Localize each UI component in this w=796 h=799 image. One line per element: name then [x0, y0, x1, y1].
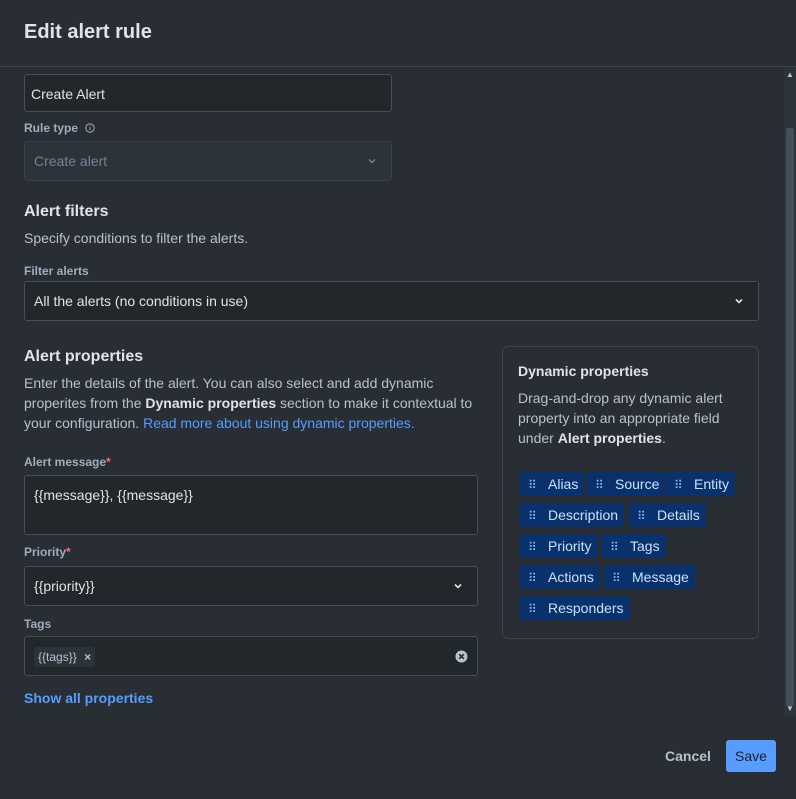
- dynamic-properties-desc: Drag-and-drop any dynamic alert property…: [518, 390, 723, 446]
- chip-entity[interactable]: ⠿ Entity: [666, 472, 736, 496]
- chevron-down-icon: [454, 583, 462, 589]
- chip-actions[interactable]: ⠿ Actions: [520, 565, 600, 589]
- priority-label: Priority*: [24, 545, 71, 559]
- filter-alerts-select[interactable]: All the alerts (no conditions in use): [24, 281, 759, 321]
- drag-handle-icon: ⠿: [612, 571, 621, 585]
- scroll-down-icon[interactable]: ▼: [786, 704, 794, 716]
- rule-type-select[interactable]: Create alert: [24, 141, 392, 181]
- drag-handle-icon: ⠿: [528, 602, 537, 616]
- drag-handle-icon: ⠿: [528, 478, 537, 492]
- chevron-down-icon: [735, 298, 743, 304]
- scroll-up-icon[interactable]: ▲: [786, 70, 794, 82]
- priority-value: {{priority}}: [34, 578, 95, 594]
- rule-name-value: Create Alert: [31, 86, 105, 102]
- alert-message-value: {{message}}, {{message}}: [34, 487, 193, 503]
- priority-select[interactable]: {{priority}}: [24, 566, 478, 606]
- drag-handle-icon: ⠿: [610, 540, 619, 554]
- filter-alerts-label: Filter alerts: [24, 264, 89, 278]
- alert-properties-desc: Enter the details of the alert. You can …: [24, 375, 473, 431]
- dynamic-properties-title: Dynamic properties: [518, 363, 649, 379]
- tags-label: Tags: [24, 617, 52, 631]
- drag-handle-icon: ⠿: [528, 571, 537, 585]
- drag-handle-icon: ⠿: [528, 509, 537, 523]
- drag-handle-icon: ⠿: [637, 509, 646, 523]
- filter-alerts-value: All the alerts (no conditions in use): [34, 293, 248, 309]
- info-icon[interactable]: [85, 123, 96, 133]
- save-button[interactable]: Save: [726, 740, 776, 772]
- chip-alias[interactable]: ⠿ Alias: [520, 472, 585, 496]
- clear-icon[interactable]: [455, 650, 468, 663]
- tag-chip-label: {{tags}}: [38, 650, 77, 664]
- chip-priority[interactable]: ⠿ Priority: [520, 534, 598, 558]
- alert-filters-desc: Specify conditions to filter the alerts.: [24, 230, 249, 246]
- cancel-button[interactable]: Cancel: [660, 740, 716, 772]
- alert-message-input[interactable]: {{message}}, {{message}}: [24, 475, 478, 535]
- show-all-properties-link[interactable]: Show all properties: [24, 688, 153, 708]
- modal-title: Edit alert rule: [24, 21, 152, 43]
- drag-handle-icon: ⠿: [528, 540, 537, 554]
- alert-filters-title: Alert filters: [24, 203, 109, 220]
- dynamic-properties-panel: Dynamic properties Drag-and-drop any dyn…: [502, 346, 759, 639]
- chip-description[interactable]: ⠿ Description: [520, 503, 625, 527]
- chevron-down-icon: [368, 159, 376, 164]
- drag-handle-icon: ⠿: [674, 478, 683, 492]
- chip-tags[interactable]: ⠿ Tags: [602, 534, 666, 558]
- chip-details[interactable]: ⠿ Details: [629, 503, 706, 527]
- read-more-link[interactable]: Read more about using dynamic properties…: [143, 415, 415, 431]
- rule-type-label: Rule type: [24, 121, 96, 135]
- alert-message-label: Alert message*: [24, 455, 111, 469]
- rule-name-input[interactable]: Create Alert: [24, 74, 392, 112]
- alert-properties-title: Alert properties: [24, 348, 144, 365]
- edit-alert-rule-modal: Edit alert rule Create Alert Rule type C…: [0, 0, 796, 799]
- tag-chip: {{tags}} ×: [34, 647, 96, 667]
- modal-body: Create Alert Rule type Create alert Aler…: [0, 68, 784, 716]
- chip-source[interactable]: ⠿ Source: [587, 472, 666, 496]
- rule-type-value: Create alert: [34, 153, 108, 169]
- chip-responders[interactable]: ⠿ Responders: [520, 596, 630, 620]
- scrollbar-thumb[interactable]: [786, 128, 794, 706]
- chip-message[interactable]: ⠿ Message: [604, 565, 695, 589]
- drag-handle-icon: ⠿: [595, 478, 604, 492]
- remove-tag-icon[interactable]: ×: [84, 650, 91, 664]
- modal-header: Edit alert rule: [0, 0, 796, 67]
